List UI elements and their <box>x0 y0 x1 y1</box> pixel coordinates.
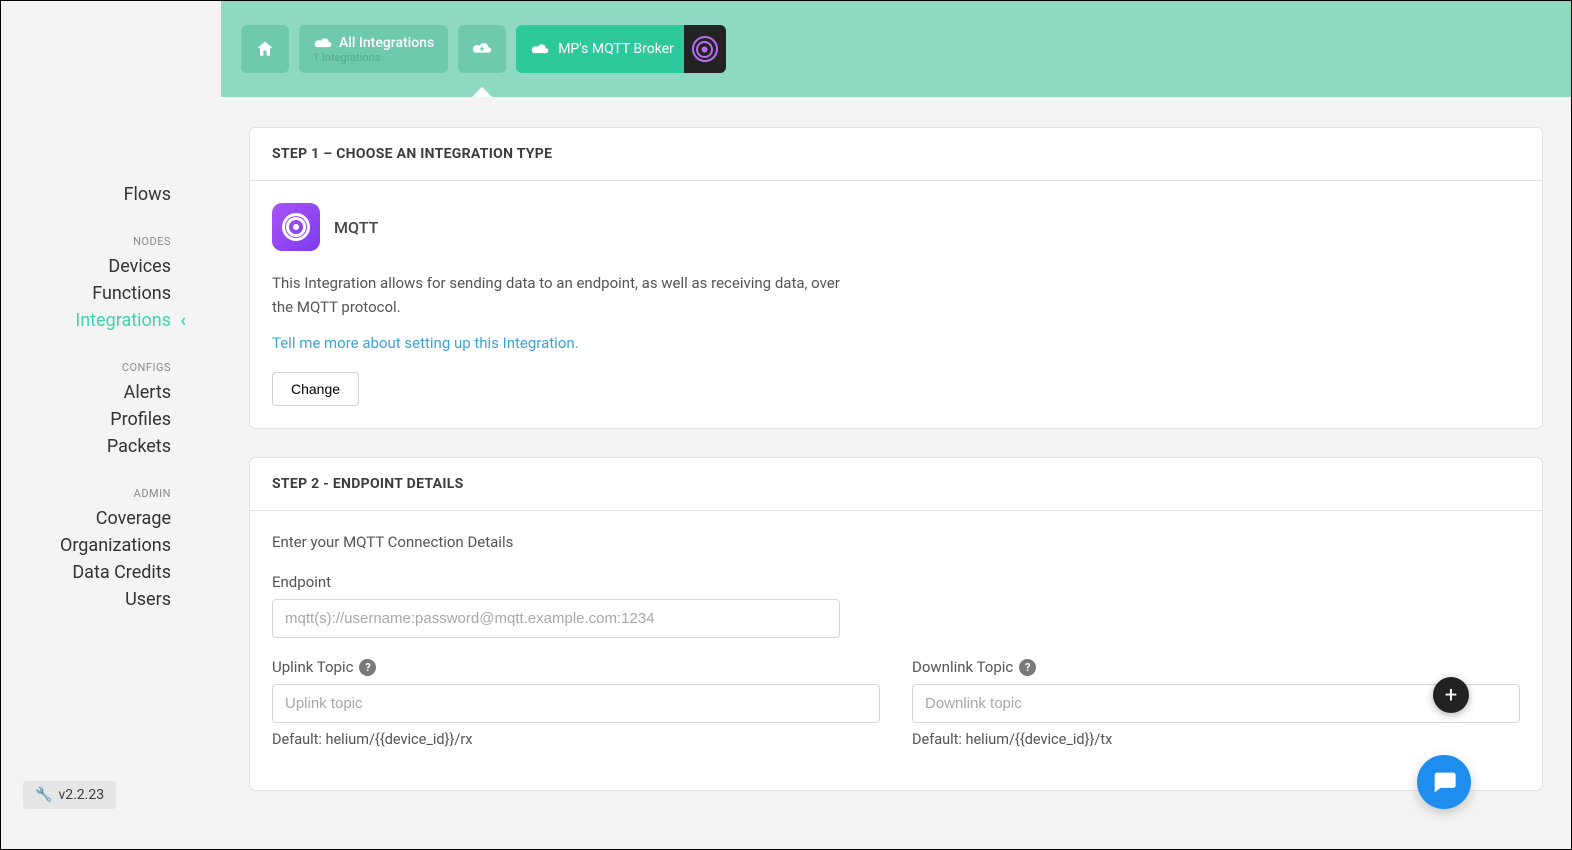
all-integrations-label: All Integrations <box>339 35 434 51</box>
version-badge: 🔧 v2.2.23 <box>23 781 116 809</box>
sidebar-item-users[interactable]: Users <box>1 586 221 613</box>
add-integration-button[interactable]: + <box>458 25 506 73</box>
sidebar-heading-admin: ADMIN <box>1 484 221 503</box>
uplink-topic-input[interactable] <box>272 684 880 723</box>
step2-header: STEP 2 - ENDPOINT DETAILS <box>250 458 1542 511</box>
change-button[interactable]: Change <box>272 372 359 406</box>
active-integration-tab[interactable]: MP's MQTT Broker <box>516 25 726 73</box>
home-icon <box>255 39 275 59</box>
downlink-topic-label: Downlink Topic <box>912 658 1013 676</box>
svg-text:+: + <box>480 45 485 55</box>
downlink-topic-input[interactable] <box>912 684 1520 723</box>
step2-intro: Enter your MQTT Connection Details <box>272 533 1520 551</box>
sidebar-item-packets[interactable]: Packets <box>1 433 221 460</box>
all-integrations-count: 1 Integrations <box>313 51 380 64</box>
step2-card: STEP 2 - ENDPOINT DETAILS Enter your MQT… <box>249 457 1543 791</box>
chat-fab[interactable] <box>1417 755 1471 809</box>
mqtt-icon <box>272 203 320 251</box>
chat-icon <box>1430 768 1458 796</box>
sidebar-item-organizations[interactable]: Organizations <box>1 532 221 559</box>
home-button[interactable] <box>241 25 289 73</box>
cloud-icon <box>530 42 550 56</box>
sidebar-item-profiles[interactable]: Profiles <box>1 406 221 433</box>
sidebar-item-integrations[interactable]: Integrations <box>1 307 221 334</box>
sidebar-item-data-credits[interactable]: Data Credits <box>1 559 221 586</box>
learn-more-link[interactable]: Tell me more about setting up this Integ… <box>272 334 579 352</box>
sidebar-item-alerts[interactable]: Alerts <box>1 379 221 406</box>
topbar: All Integrations 1 Integrations + MP's M… <box>221 1 1571 97</box>
active-tab-icon-box <box>684 25 726 73</box>
endpoint-input[interactable] <box>272 599 840 638</box>
downlink-hint: Default: helium/{{device_id}}/tx <box>912 731 1520 748</box>
sidebar: Flows NODES Devices Functions Integratio… <box>1 1 221 849</box>
add-fab[interactable]: + <box>1433 677 1469 713</box>
active-tab-label: MP's MQTT Broker <box>558 41 674 57</box>
wrench-icon: 🔧 <box>35 787 52 803</box>
sidebar-item-coverage[interactable]: Coverage <box>1 505 221 532</box>
all-integrations-button[interactable]: All Integrations 1 Integrations <box>299 25 448 73</box>
main-content: All Integrations 1 Integrations + MP's M… <box>221 1 1571 849</box>
sidebar-heading-nodes: NODES <box>1 232 221 251</box>
uplink-topic-label: Uplink Topic <box>272 658 353 676</box>
step1-card: STEP 1 – CHOOSE AN INTEGRATION TYPE MQTT… <box>249 127 1543 429</box>
plus-icon: + <box>1445 683 1457 708</box>
uplink-hint: Default: helium/{{device_id}}/rx <box>272 731 880 748</box>
integration-description: This Integration allows for sending data… <box>272 271 852 319</box>
sidebar-item-functions[interactable]: Functions <box>1 280 221 307</box>
target-icon <box>692 36 718 62</box>
help-icon[interactable]: ? <box>359 659 376 676</box>
integration-type-name: MQTT <box>334 218 378 237</box>
sidebar-item-devices[interactable]: Devices <box>1 253 221 280</box>
cloud-icon <box>313 36 333 50</box>
help-icon[interactable]: ? <box>1019 659 1036 676</box>
sidebar-heading-configs: CONFIGS <box>1 358 221 377</box>
step1-header: STEP 1 – CHOOSE AN INTEGRATION TYPE <box>250 128 1542 181</box>
cloud-plus-icon: + <box>471 38 493 60</box>
version-text: v2.2.23 <box>58 787 104 803</box>
sidebar-item-flows[interactable]: Flows <box>1 181 221 208</box>
endpoint-label: Endpoint <box>272 573 840 591</box>
